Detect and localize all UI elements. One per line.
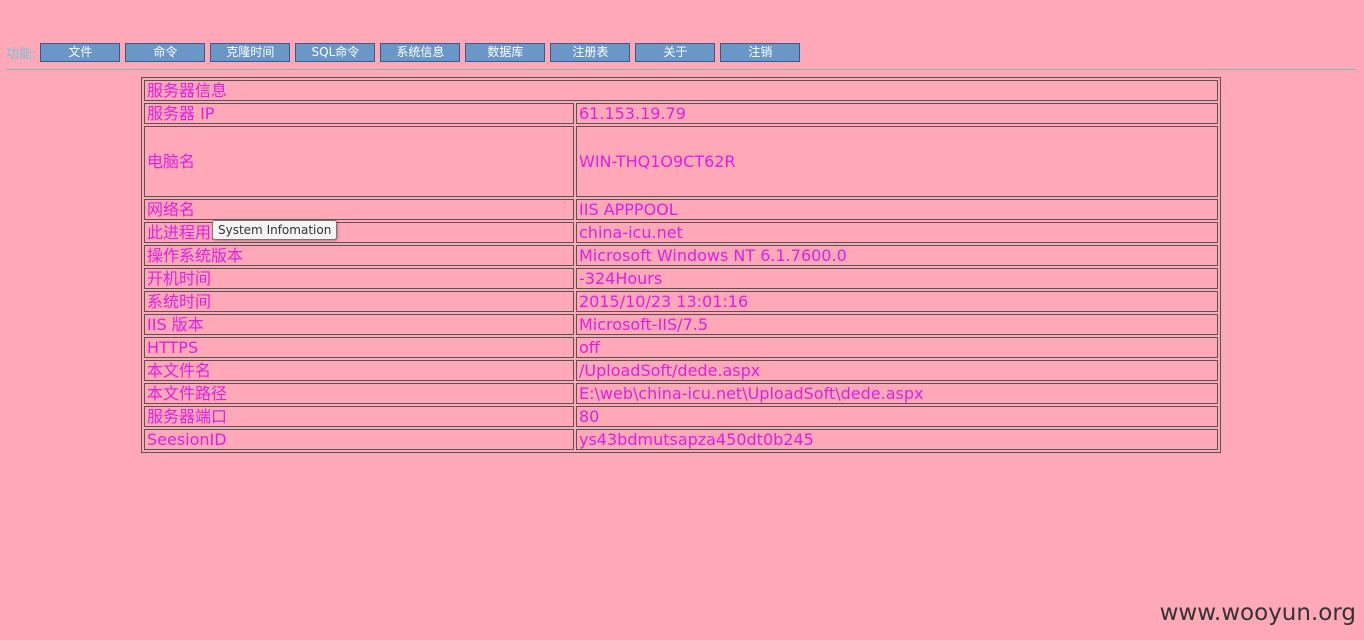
- table-row: 服务器端口 80: [144, 406, 1218, 427]
- row-value: -324Hours: [576, 268, 1218, 289]
- sql-command-button[interactable]: SQL命令: [295, 42, 376, 62]
- function-toolbar: 功能: 文件 命令 克隆时间 SQL命令 系统信息 数据库 注册表 关于 注销: [6, 42, 805, 62]
- about-button[interactable]: 关于: [635, 42, 716, 62]
- table-row: 服务器 IP 61.153.19.79: [144, 103, 1218, 124]
- table-row: 本文件路径 E:\web\china-icu.net\UploadSoft\de…: [144, 383, 1218, 404]
- row-value: Microsoft-IIS/7.5: [576, 314, 1218, 335]
- row-value: Microsoft Windows NT 6.1.7600.0: [576, 245, 1218, 266]
- row-value: 61.153.19.79: [576, 103, 1218, 124]
- command-button[interactable]: 命令: [125, 42, 206, 62]
- table-row: 网络名 IIS APPPOOL: [144, 199, 1218, 220]
- table-row: SeesionID ys43bdmutsapza450dt0b245: [144, 429, 1218, 450]
- database-button[interactable]: 数据库: [465, 42, 546, 62]
- row-key: 本文件名: [144, 360, 574, 381]
- row-key: 服务器 IP: [144, 103, 574, 124]
- system-info-button[interactable]: 系统信息: [380, 42, 461, 62]
- row-value: IIS APPPOOL: [576, 199, 1218, 220]
- server-info-table: 服务器信息 服务器 IP 61.153.19.79 电脑名 WIN-THQ1O9…: [141, 77, 1221, 453]
- row-key: IIS 版本: [144, 314, 574, 335]
- registry-button[interactable]: 注册表: [550, 42, 631, 62]
- table-row: 本文件名 /UploadSoft/dede.aspx: [144, 360, 1218, 381]
- row-key: SeesionID: [144, 429, 574, 450]
- toolbar-divider: [6, 69, 1356, 70]
- row-value: off: [576, 337, 1218, 358]
- row-value: WIN-THQ1O9CT62R: [576, 126, 1218, 197]
- toolbar-label: 功能:: [6, 46, 37, 62]
- table-header: 服务器信息: [144, 80, 1218, 101]
- system-info-tooltip: System Infomation: [212, 220, 338, 240]
- table-row: 操作系统版本 Microsoft Windows NT 6.1.7600.0: [144, 245, 1218, 266]
- row-value: E:\web\china-icu.net\UploadSoft\dede.asp…: [576, 383, 1218, 404]
- row-key: 此进程用户名: [144, 222, 574, 243]
- table-header-row: 服务器信息: [144, 80, 1218, 101]
- file-button[interactable]: 文件: [40, 42, 121, 62]
- row-key: 系统时间: [144, 291, 574, 312]
- row-key: HTTPS: [144, 337, 574, 358]
- watermark: www.wooyun.org: [1159, 600, 1356, 626]
- table-row: 开机时间 -324Hours: [144, 268, 1218, 289]
- row-value: ys43bdmutsapza450dt0b245: [576, 429, 1218, 450]
- row-key: 电脑名: [144, 126, 574, 197]
- row-key: 网络名: [144, 199, 574, 220]
- row-key: 服务器端口: [144, 406, 574, 427]
- row-value: china-icu.net: [576, 222, 1218, 243]
- table-row: 电脑名 WIN-THQ1O9CT62R: [144, 126, 1218, 197]
- table-row: IIS 版本 Microsoft-IIS/7.5: [144, 314, 1218, 335]
- logout-button[interactable]: 注销: [720, 42, 801, 62]
- clone-time-button[interactable]: 克隆时间: [210, 42, 291, 62]
- row-key: 本文件路径: [144, 383, 574, 404]
- row-value: 2015/10/23 13:01:16: [576, 291, 1218, 312]
- row-key: 开机时间: [144, 268, 574, 289]
- table-row: HTTPS off: [144, 337, 1218, 358]
- row-value: /UploadSoft/dede.aspx: [576, 360, 1218, 381]
- table-row: 系统时间 2015/10/23 13:01:16: [144, 291, 1218, 312]
- row-key: 操作系统版本: [144, 245, 574, 266]
- row-value: 80: [576, 406, 1218, 427]
